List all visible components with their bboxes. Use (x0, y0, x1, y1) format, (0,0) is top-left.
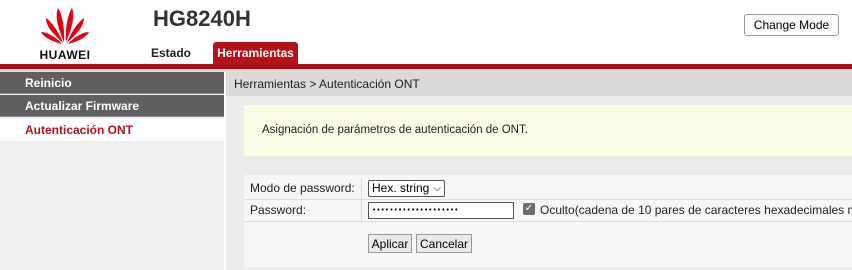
sidebar: Reinicio Actualizar Firmware Autenticaci… (0, 72, 224, 270)
info-description: Asignación de parámetros de autenticació… (244, 105, 852, 156)
sidebar-item-actualizar-firmware[interactable]: Actualizar Firmware (0, 95, 224, 117)
tab-herramientas[interactable]: Herramientas (213, 42, 298, 64)
brand-name: HUAWEI (39, 48, 91, 62)
device-model-title: HG8240H (153, 6, 251, 31)
breadcrumb: Herramientas > Autenticación ONT (226, 72, 852, 96)
change-mode-button[interactable]: Change Mode (744, 14, 839, 36)
chevron-down-icon: ⌵ (433, 183, 441, 194)
form-row-mode: Modo de password: Hex. string ⌵ (244, 178, 852, 200)
mode-label: Modo de password: (244, 178, 362, 199)
main-content: Herramientas > Autenticación ONT Asignac… (226, 72, 852, 270)
huawei-flower-icon (41, 8, 89, 44)
huawei-logo: HUAWEI (0, 0, 120, 66)
oculto-checkbox[interactable]: ✓ (523, 203, 535, 215)
apply-button[interactable]: Aplicar (368, 234, 412, 253)
password-label: Password: (244, 200, 362, 221)
sidebar-item-autenticacion-ont[interactable]: Autenticación ONT (0, 119, 224, 141)
header: HUAWEI HG8240H Change Mode Estado Herram… (0, 0, 852, 66)
cancel-button[interactable]: Cancelar (416, 234, 472, 253)
oculto-label: Oculto(cadena de 10 pares de caracteres … (540, 200, 852, 221)
password-input[interactable]: •••••••••••••••••••• (368, 202, 514, 219)
password-mode-value: Hex. string (372, 181, 430, 195)
oculto-text: Oculto (540, 203, 575, 217)
sidebar-item-reinicio[interactable]: Reinicio (0, 72, 224, 94)
form-row-password: Password: •••••••••••••••••••• ✓ Oculto(… (244, 200, 852, 222)
password-hint: (cadena de 10 pares de caracteres hexade… (574, 203, 852, 217)
password-mode-select[interactable]: Hex. string ⌵ (368, 180, 445, 197)
tab-estado[interactable]: Estado (151, 46, 191, 64)
auth-form: Modo de password: Hex. string ⌵ Password… (244, 175, 852, 267)
